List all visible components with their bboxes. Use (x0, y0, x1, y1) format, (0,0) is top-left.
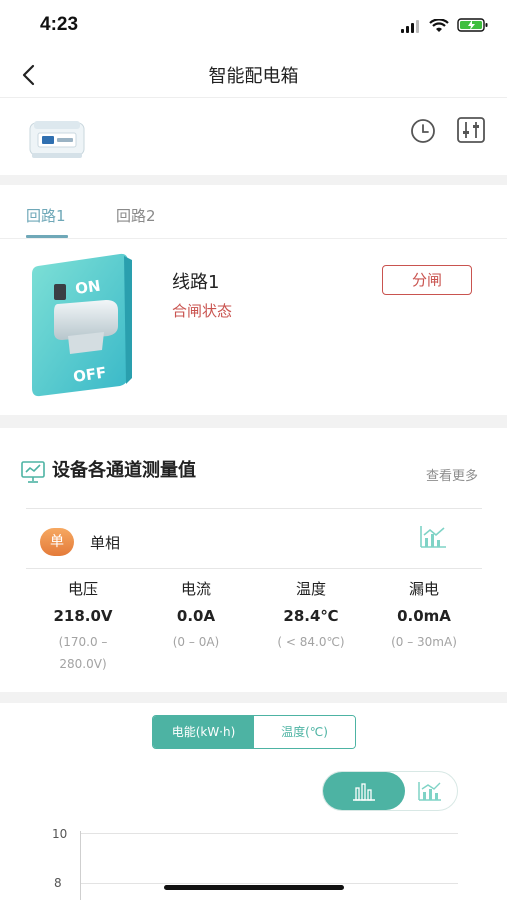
divider (26, 508, 482, 509)
line-chart-toggle[interactable] (415, 780, 445, 802)
metric-segmented-control: 电能(kW·h) 温度(℃) (152, 715, 356, 749)
circuit-status: 合闸状态 (172, 302, 233, 320)
navbar: 智能配电箱 (0, 50, 507, 98)
phase-badge: 单 (40, 528, 74, 556)
measurements-card: 设备各通道测量值 查看更多 单 单相 电压 218.0V (170.0 –280… (0, 428, 507, 692)
grid-line (80, 883, 458, 884)
trip-button[interactable]: 分闸 (382, 265, 472, 295)
measurements-title: 设备各通道测量值 (52, 460, 196, 481)
metric-range: (0 – 0A) (172, 635, 220, 649)
metric-value: 28.4℃ (283, 607, 339, 625)
chart-type-toggle (322, 771, 458, 811)
metric-range: ( < 84.0℃) (277, 635, 345, 649)
metric-current: 电流 0.0A (0 – 0A) (141, 578, 251, 653)
y-tick-label: 8 (54, 876, 62, 890)
cellular-signal-icon (401, 18, 421, 37)
breaker-switch-icon: ON OFF (28, 248, 138, 402)
status-time: 4:23 (40, 14, 79, 35)
wifi-icon (429, 17, 449, 37)
metric-value: 0.0mA (397, 607, 451, 625)
metric-value: 218.0V (53, 607, 113, 625)
history-button[interactable] (409, 117, 437, 145)
metric-temperature: 温度 28.4℃ ( < 84.0℃) (256, 578, 366, 653)
line-chart-icon (418, 782, 441, 801)
sliders-icon (457, 117, 485, 143)
section-divider (0, 175, 507, 185)
status-icons (401, 17, 489, 37)
settings-button[interactable] (456, 116, 486, 144)
circuit-name: 线路1 (172, 272, 220, 293)
page-title: 智能配电箱 (208, 66, 299, 87)
tab-active-indicator (26, 235, 68, 238)
segment-temperature[interactable]: 温度(℃) (254, 716, 355, 748)
clock-icon (411, 119, 435, 143)
section-divider (0, 415, 507, 428)
metric-value: 0.0A (176, 607, 216, 625)
status-bar: 4:23 (0, 0, 507, 50)
grid-line (80, 833, 458, 834)
tab-circuit-1[interactable]: 回路1 (26, 205, 66, 226)
line-chart-icon[interactable] (418, 524, 448, 554)
section-divider (0, 692, 507, 703)
distribution-box-icon (26, 117, 88, 165)
svg-text:ON: ON (74, 277, 102, 298)
metric-range: (170.0 –280.0V) (58, 635, 108, 671)
home-indicator (164, 885, 344, 890)
monitor-chart-icon (20, 460, 46, 488)
battery-charging-icon (457, 17, 489, 37)
divider (26, 568, 482, 569)
metric-label: 漏电 (408, 580, 439, 598)
phase-label: 单相 (90, 534, 121, 552)
bar-chart-icon (353, 783, 375, 801)
metric-label: 电压 (67, 580, 98, 598)
metric-voltage: 电压 218.0V (170.0 –280.0V) (28, 578, 138, 675)
y-tick-label: 10 (52, 827, 68, 841)
segment-energy[interactable]: 电能(kW·h) (153, 716, 254, 748)
metric-range: (0 – 30mA) (391, 635, 457, 649)
circuit-tabs: 回路1 回路2 (0, 185, 507, 239)
metric-label: 电流 (180, 580, 211, 598)
tab-circuit-2[interactable]: 回路2 (116, 205, 156, 226)
breaker-card: ON OFF 线路1 合闸状态 分闸 (0, 240, 507, 415)
see-more-link[interactable]: 查看更多 (426, 465, 478, 484)
metric-label: 温度 (295, 580, 326, 598)
y-axis (80, 831, 81, 900)
energy-chart-card: 电能(kW·h) 温度(℃) 10 8 (0, 703, 507, 900)
bar-chart-toggle[interactable] (323, 772, 405, 810)
device-header (0, 99, 507, 175)
metric-leakage: 漏电 0.0mA (0 – 30mA) (369, 578, 479, 653)
